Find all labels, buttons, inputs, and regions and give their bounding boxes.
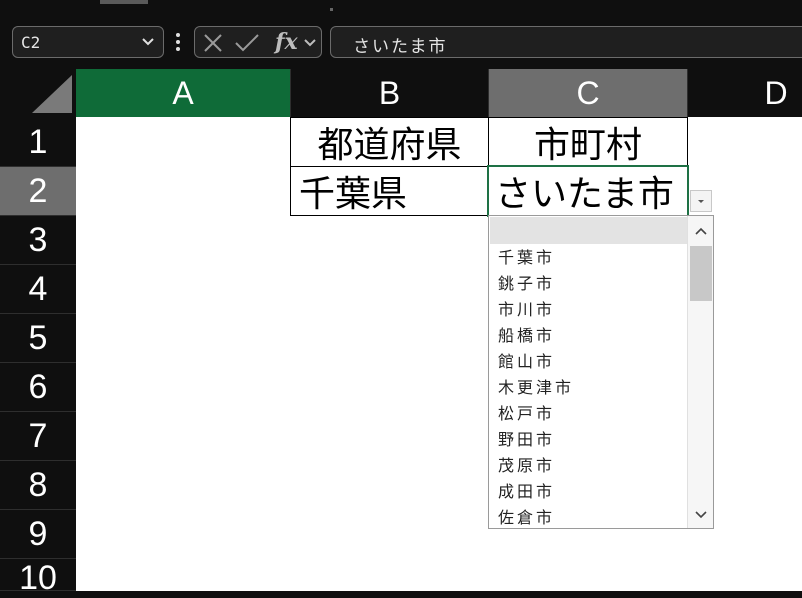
- window-handle: [100, 0, 148, 4]
- scrollbar-thumb[interactable]: [690, 246, 712, 301]
- column-header-a[interactable]: A: [76, 69, 290, 117]
- name-box[interactable]: C2: [12, 26, 164, 58]
- row-header-9[interactable]: 9: [0, 510, 76, 559]
- list-item[interactable]: 市川市: [498, 297, 574, 323]
- row-header-10[interactable]: 10: [0, 559, 76, 597]
- select-all-triangle-icon: [32, 75, 72, 113]
- chevron-down-icon[interactable]: [303, 38, 317, 48]
- select-all-button[interactable]: [0, 69, 76, 117]
- cell-c1[interactable]: 市町村: [488, 117, 688, 167]
- formula-bar[interactable]: さいたま市: [330, 26, 802, 58]
- formula-value: さいたま市: [353, 37, 448, 57]
- row-header-2[interactable]: 2: [0, 167, 76, 216]
- list-item[interactable]: 成田市: [498, 479, 574, 505]
- list-item[interactable]: 船橋市: [498, 323, 574, 349]
- caret-down-icon: [698, 200, 704, 203]
- column-separator: [488, 69, 489, 117]
- row-header-7[interactable]: 7: [0, 412, 76, 461]
- formula-controls: fx: [194, 26, 322, 58]
- confirm-icon[interactable]: [233, 31, 261, 55]
- column-header-d[interactable]: D: [688, 69, 802, 117]
- list-scrollbar[interactable]: [687, 216, 713, 528]
- validation-list[interactable]: 千葉市 銚子市 市川市 船橋市 館山市 木更津市 松戸市 野田市 茂原市 成田市…: [488, 215, 714, 529]
- list-item[interactable]: 千葉市: [498, 245, 574, 271]
- cell-b1[interactable]: 都道府県: [290, 117, 489, 167]
- list-item[interactable]: 銚子市: [498, 271, 574, 297]
- name-box-value: C2: [21, 33, 41, 52]
- list-blank-option[interactable]: [490, 217, 687, 244]
- list-item[interactable]: 茂原市: [498, 453, 574, 479]
- column-separator: [687, 69, 688, 117]
- cancel-icon[interactable]: [201, 31, 225, 55]
- list-item[interactable]: 野田市: [498, 427, 574, 453]
- list-item[interactable]: 館山市: [498, 349, 574, 375]
- list-item[interactable]: 木更津市: [498, 375, 574, 401]
- row-header-6[interactable]: 6: [0, 363, 76, 412]
- row-header-3[interactable]: 3: [0, 216, 76, 265]
- row-header-8[interactable]: 8: [0, 461, 76, 510]
- more-options-icon[interactable]: [174, 33, 182, 51]
- cell-c2[interactable]: さいたま市: [487, 165, 689, 217]
- list-item[interactable]: 松戸市: [498, 401, 574, 427]
- separator-dot: [330, 8, 333, 11]
- insert-function-button[interactable]: fx: [275, 29, 298, 55]
- scroll-up-icon[interactable]: [694, 226, 708, 236]
- validation-dropdown-button[interactable]: [690, 190, 712, 212]
- row-header-5[interactable]: 5: [0, 314, 76, 363]
- row-header-1[interactable]: 1: [0, 118, 76, 167]
- row-header-4[interactable]: 4: [0, 265, 76, 314]
- chevron-down-icon[interactable]: [141, 37, 155, 47]
- scroll-down-icon[interactable]: [694, 510, 708, 520]
- column-header-b[interactable]: B: [291, 69, 488, 117]
- cell-b2[interactable]: 千葉県: [290, 166, 489, 216]
- column-header-c[interactable]: C: [489, 69, 687, 117]
- column-separator: [290, 69, 291, 117]
- list-item[interactable]: 佐倉市: [498, 505, 574, 528]
